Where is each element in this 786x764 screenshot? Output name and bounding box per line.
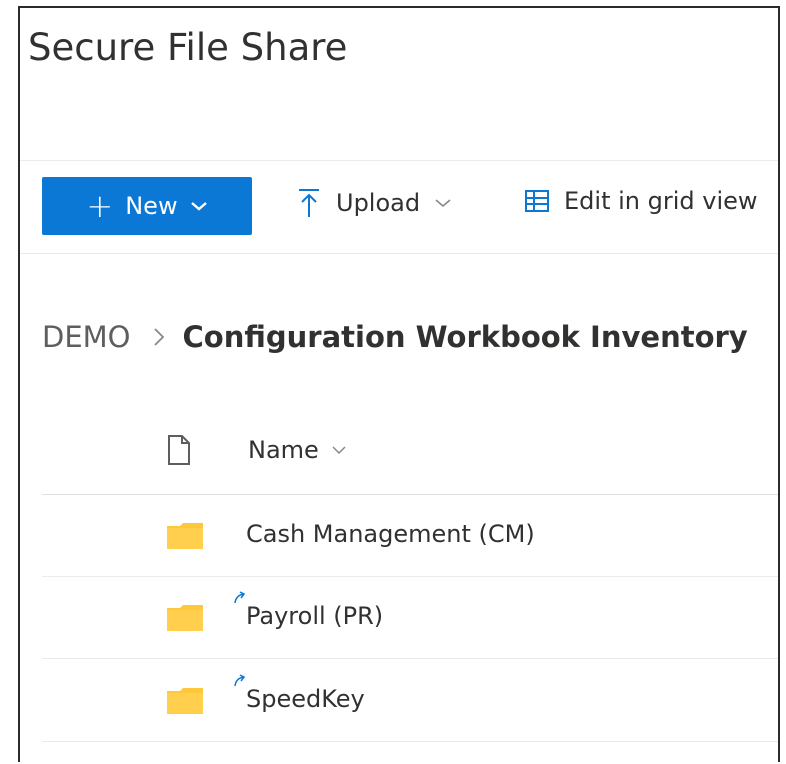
new-button-label: New [125, 192, 178, 220]
command-bar: + New Upload Edit in grid view [20, 160, 778, 254]
plus-icon: + [86, 187, 114, 225]
file-type-icon [168, 435, 190, 465]
edit-grid-view-button[interactable]: Edit in grid view [524, 187, 758, 215]
grid-icon [525, 190, 549, 212]
edit-grid-view-label: Edit in grid view [564, 187, 758, 215]
upload-icon [299, 189, 319, 217]
new-button[interactable]: + New [42, 177, 252, 235]
list-item-label[interactable]: Payroll (PR) [246, 602, 383, 630]
site-title: Secure File Share [28, 26, 348, 69]
chevron-down-icon [190, 202, 207, 211]
chevron-right-icon [153, 327, 165, 347]
chevron-down-icon [435, 199, 451, 208]
upload-label: Upload [336, 189, 421, 217]
breadcrumb-item-demo[interactable]: DEMO [42, 320, 131, 354]
breadcrumb-current: Configuration Workbook Inventory [182, 320, 748, 354]
list-item-label[interactable]: SpeedKey [246, 685, 365, 713]
upload-button[interactable]: Upload [296, 187, 452, 219]
app-window: Secure File Share + New Upload Edit in g… [18, 6, 780, 762]
list-header: Name [42, 412, 778, 495]
folder-icon [167, 605, 203, 631]
column-header-name[interactable]: Name [248, 436, 347, 464]
list-item[interactable]: SpeedKey [42, 659, 778, 742]
breadcrumb: DEMO Configuration Workbook Inventory [42, 320, 748, 354]
chevron-down-icon [332, 446, 346, 455]
column-header-name-label: Name [248, 436, 319, 464]
folder-icon [167, 688, 203, 714]
list-item-label[interactable]: Cash Management (CM) [246, 520, 535, 548]
folder-icon [167, 523, 203, 549]
list-item[interactable]: Cash Management (CM) [42, 494, 778, 577]
list-item[interactable]: Payroll (PR) [42, 576, 778, 659]
